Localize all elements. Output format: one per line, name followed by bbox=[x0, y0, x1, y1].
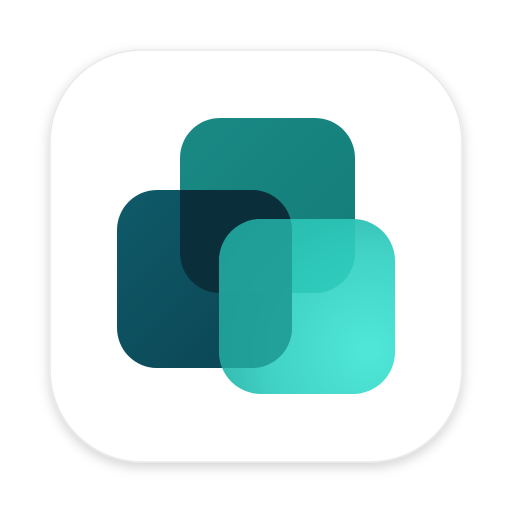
app-icon bbox=[49, 49, 463, 463]
app-icon-canvas bbox=[0, 0, 512, 512]
